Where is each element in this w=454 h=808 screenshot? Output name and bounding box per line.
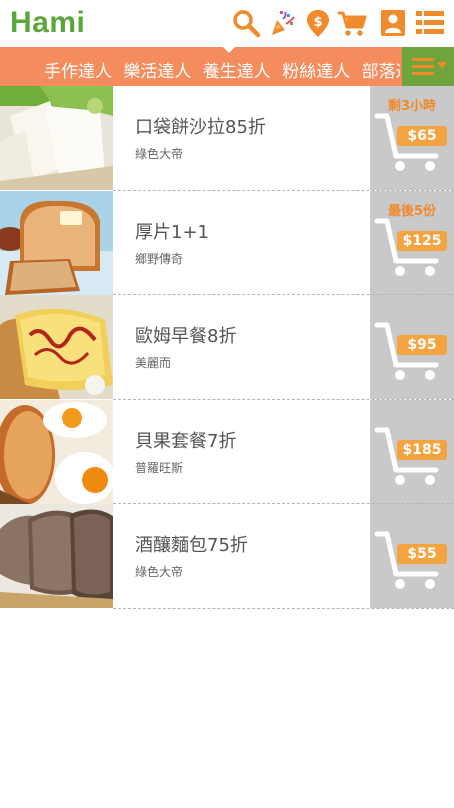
deal-thumbnail-bread [0,504,113,609]
deal-info: 口袋餅沙拉85折 綠色大帝 [113,86,370,190]
list-item[interactable]: 貝果套餐7折 普羅旺斯 $185 [0,399,454,505]
user-icon[interactable] [378,8,408,38]
deal-title: 厚片1+1 [135,221,209,243]
cart-icon[interactable] [337,8,367,38]
deal-thumbnail-pocket-salad [0,86,113,190]
deal-seller: 普羅旺斯 [135,460,184,475]
deal-seller: 美麗而 [135,356,172,371]
party-popper-icon[interactable] [266,8,296,38]
deal-thumbnail-bagel-set [0,399,113,504]
deal-seller: 鄉野傳奇 [135,251,184,266]
buy-button[interactable]: 最後5份 $125 [370,190,454,295]
category-tab-blog[interactable]: 部落達人 [362,62,400,82]
app-header: Hami $ [0,0,454,47]
deal-title: 歐姆早餐8折 [135,326,237,348]
list-item[interactable]: 厚片1+1 鄉野傳奇 最後5份 $125 [0,190,454,296]
deal-info: 酒釀麵包75折 綠色大帝 [113,504,370,608]
category-tab-health[interactable]: 養生達人 [203,62,271,82]
deal-price: $125 [397,230,447,251]
search-icon[interactable] [231,8,261,38]
deal-info: 歐姆早餐8折 美麗而 [113,295,370,399]
deal-price: $65 [397,126,447,146]
svg-text:$: $ [313,15,322,30]
deal-price: $185 [397,439,447,460]
category-tabs: 手作達人 樂活達人 養生達人 粉絲達人 部落達人 [44,57,400,82]
deal-price: $55 [397,544,447,565]
deal-seller: 綠色大帝 [135,147,184,161]
list-menu-icon[interactable] [415,8,445,38]
buy-button[interactable]: $95 [370,295,454,400]
list-item[interactable]: 口袋餅沙拉85折 綠色大帝 剩3小時 $65 [0,86,454,191]
row-divider [113,607,454,609]
category-tab-lohas[interactable]: 樂活達人 [123,62,191,82]
list-item[interactable]: 歐姆早餐8折 美麗而 $95 [0,295,454,400]
deal-seller: 綠色大帝 [135,565,184,580]
deal-title: 酒釀麵包75折 [135,535,248,557]
dollar-pin-icon[interactable]: $ [303,8,333,38]
buy-button[interactable]: 剩3小時 $65 [370,86,454,190]
deal-info: 厚片1+1 鄉野傳奇 [113,191,370,295]
deal-title: 口袋餅沙拉85折 [135,117,266,138]
deal-thumbnail-omelette [0,295,113,400]
deal-list: 口袋餅沙拉85折 綠色大帝 剩3小時 $65 厚片1+1 鄉野傳奇 最後5份 $… [0,86,454,609]
category-tab-fans[interactable]: 粉絲達人 [282,62,350,82]
list-item[interactable]: 酒釀麵包75折 綠色大帝 $55 [0,504,454,609]
hami-logo[interactable]: Hami [10,6,85,40]
header-notch [222,47,236,53]
category-bar: 手作達人 樂活達人 養生達人 粉絲達人 部落達人 [0,47,454,86]
menu-dropdown-icon [412,58,447,75]
category-tab-handmade[interactable]: 手作達人 [44,62,112,82]
deal-price: $95 [397,335,447,356]
buy-button[interactable]: $55 [370,504,454,609]
category-menu-button[interactable] [402,47,454,86]
deal-thumbnail-toast [0,190,113,295]
buy-button[interactable]: $185 [370,399,454,504]
deal-info: 貝果套餐7折 普羅旺斯 [113,400,370,504]
deal-title: 貝果套餐7折 [135,430,237,452]
